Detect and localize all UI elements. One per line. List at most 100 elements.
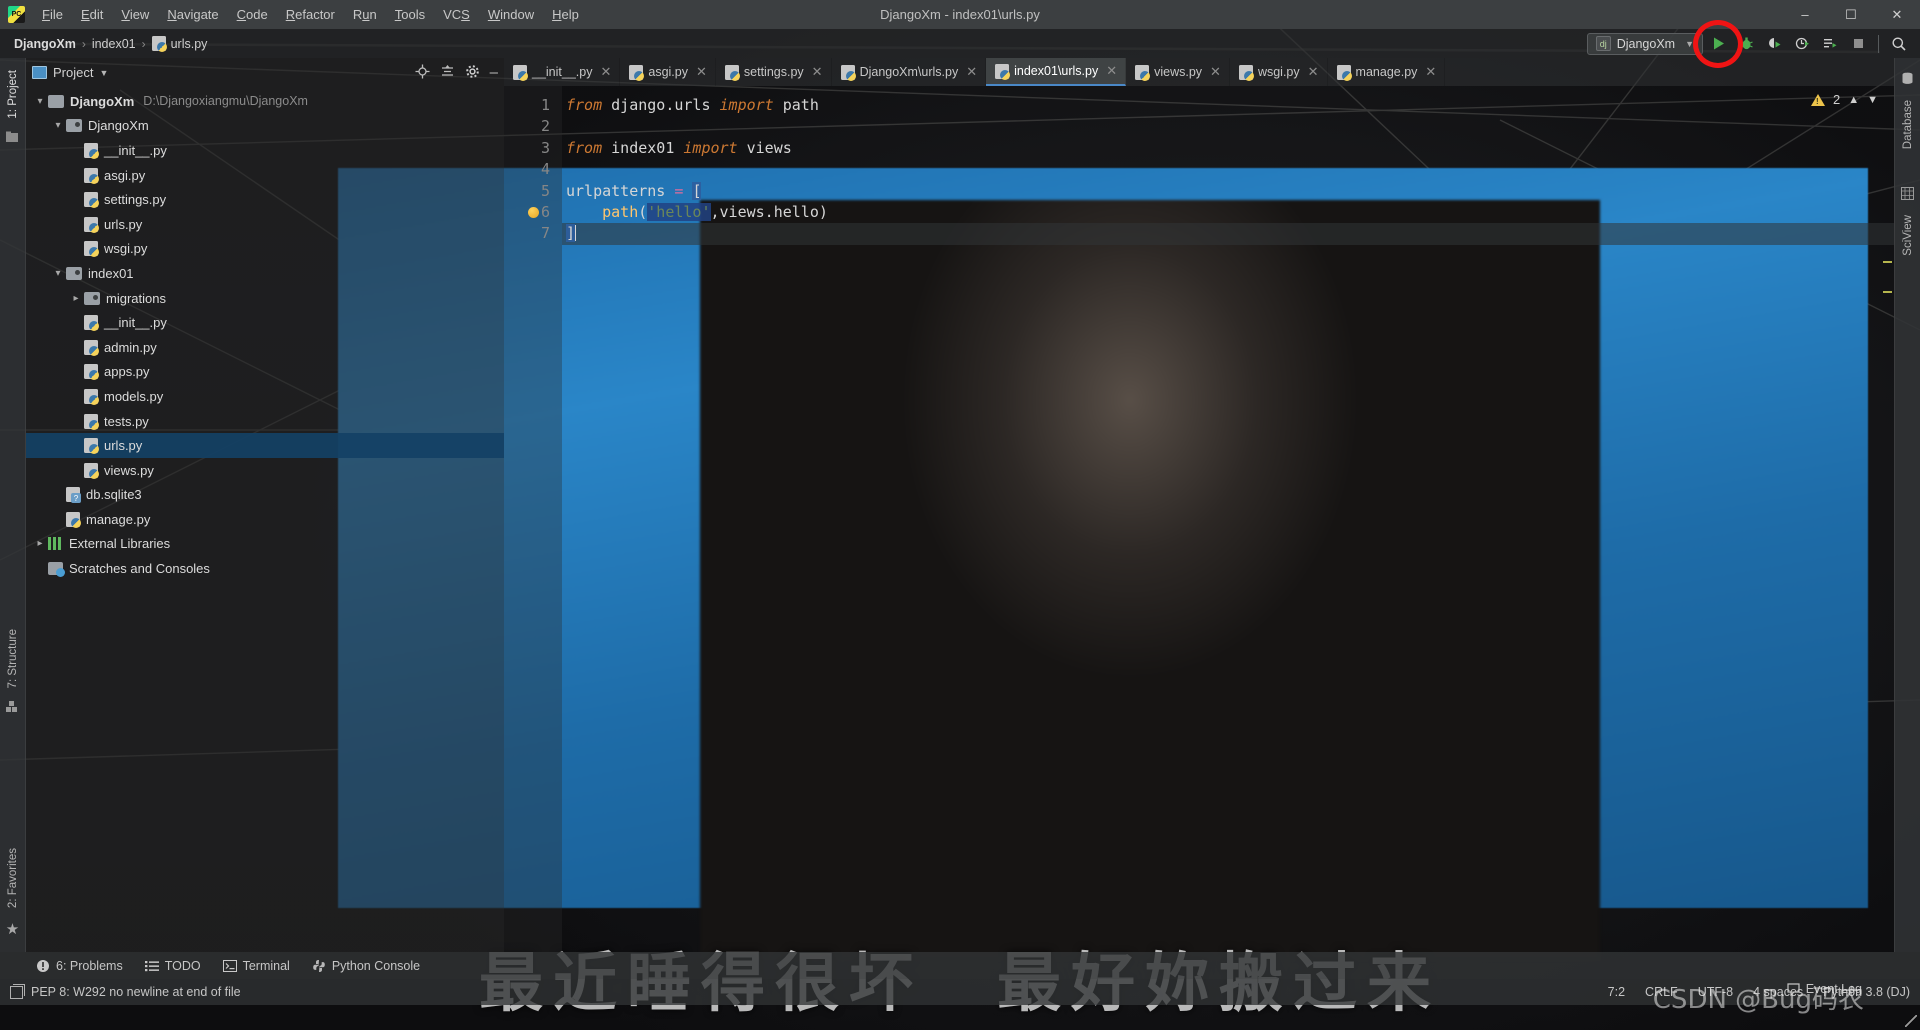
close-tab-icon[interactable]: ✕ [1210, 64, 1221, 80]
sidebar-tab-sciview[interactable]: SciView [1902, 209, 1914, 262]
chevron-down-icon[interactable]: ▾ [50, 120, 66, 131]
minimize-icon[interactable]: – [1782, 0, 1828, 29]
tree-item-djangoxm[interactable]: ▾ DjangoXm D:\Djangoxiangmu\DjangoXm [26, 89, 504, 114]
settings-gear-icon[interactable] [465, 64, 480, 82]
tree-item-manage-py[interactable]: manage.py [26, 507, 504, 532]
editor-tab-index01-urls-py[interactable]: index01\urls.py ✕ [986, 58, 1127, 86]
tree-item-views-py[interactable]: views.py [26, 458, 504, 483]
tree-item-apps-py[interactable]: apps.py [26, 360, 504, 385]
close-tab-icon[interactable]: ✕ [696, 64, 707, 80]
tree-item-index01[interactable]: ▾ index01 [26, 261, 504, 286]
inspection-widget[interactable]: 2 ▲ ▼ [1810, 92, 1878, 107]
tree-item-wsgi-py[interactable]: wsgi.py [26, 237, 504, 262]
close-tab-icon[interactable]: ✕ [600, 64, 611, 80]
close-tab-icon[interactable]: ✕ [1425, 64, 1436, 80]
tree-item-db-sqlite3[interactable]: db.sqlite3 [26, 483, 504, 508]
close-tab-icon[interactable]: ✕ [1308, 64, 1319, 80]
sidebar-tab-project[interactable]: 1: Project [7, 64, 19, 125]
code-line-6[interactable]: path('hello',views.hello) [528, 202, 1894, 223]
breadcrumb-project[interactable]: DjangoXm [10, 37, 80, 51]
tool-todo[interactable]: TODO [144, 959, 201, 973]
tree-item-djangoxm[interactable]: ▾ DjangoXm [26, 114, 504, 139]
search-everywhere-button[interactable] [1886, 32, 1912, 56]
code-editor[interactable]: from django.urls import path from index01… [528, 86, 1894, 952]
run-button[interactable] [1705, 32, 1731, 56]
code-line-4[interactable] [562, 159, 1894, 180]
editor-tab-views-py[interactable]: views.py ✕ [1126, 58, 1230, 86]
menu-edit[interactable]: Edit [72, 3, 112, 26]
chevron-right-icon[interactable]: ▸ [68, 293, 84, 304]
menu-run[interactable]: Run [344, 3, 386, 26]
run-tests-button[interactable] [1817, 32, 1843, 56]
run-configuration-selector[interactable]: dj DjangoXm ▼ [1586, 32, 1703, 55]
tree-item--init-py[interactable]: __init__.py [26, 310, 504, 335]
sidebar-tab-favorites[interactable]: 2: Favorites [7, 842, 19, 914]
marker-warning-2[interactable] [1883, 291, 1892, 293]
tree-item-admin-py[interactable]: admin.py [26, 335, 504, 360]
tree-item-migrations[interactable]: ▸ migrations [26, 286, 504, 311]
tree-item-scratches-and-consoles[interactable]: Scratches and Consoles [26, 556, 504, 581]
editor-tab-manage-py[interactable]: manage.py ✕ [1328, 58, 1446, 86]
menu-view[interactable]: View [112, 3, 158, 26]
tree-item-settings-py[interactable]: settings.py [26, 187, 504, 212]
editor-tab-wsgi-py[interactable]: wsgi.py ✕ [1230, 58, 1328, 86]
close-tab-icon[interactable]: ✕ [812, 64, 823, 80]
intention-bulb-icon[interactable] [528, 206, 539, 218]
project-tree[interactable]: ▾ DjangoXm D:\Djangoxiangmu\DjangoXm ▾ Djang… [26, 87, 504, 952]
code-line-2[interactable] [562, 116, 1894, 137]
menu-tools[interactable]: Tools [386, 3, 434, 26]
code-line-1[interactable]: from django.urls import path [562, 95, 1894, 116]
tree-item-external-libraries[interactable]: ▸ External Libraries [26, 532, 504, 557]
menu-code[interactable]: Code [228, 3, 277, 26]
close-icon[interactable]: ✕ [1874, 0, 1920, 29]
file-encoding[interactable]: UTF-8 [1698, 985, 1733, 999]
maximize-icon[interactable]: ☐ [1828, 0, 1874, 29]
editor-tab-asgi-py[interactable]: asgi.py ✕ [620, 58, 716, 86]
editor-tab-settings-py[interactable]: settings.py ✕ [716, 58, 832, 86]
code-line-3[interactable]: from index01 import views [562, 138, 1894, 159]
hide-panel-icon[interactable]: – [490, 65, 498, 80]
profile-button[interactable] [1789, 32, 1815, 56]
error-stripe-markers[interactable] [1882, 86, 1894, 952]
tree-item-urls-py[interactable]: urls.py [26, 212, 504, 237]
resize-grip[interactable] [1905, 1015, 1917, 1027]
marker-warning-1[interactable] [1883, 261, 1892, 263]
tree-item-urls-py[interactable]: urls.py [26, 433, 504, 458]
stop-button[interactable] [1845, 32, 1871, 56]
tool-python-console[interactable]: Python Console [312, 959, 420, 973]
tree-item--init-py[interactable]: __init__.py [26, 138, 504, 163]
chevron-down-icon[interactable]: ▼ [1867, 94, 1878, 106]
sidebar-tab-structure[interactable]: 7: Structure [7, 623, 19, 694]
menu-vcs[interactable]: VCS [434, 3, 479, 26]
tree-item-models-py[interactable]: models.py [26, 384, 504, 409]
tree-item-tests-py[interactable]: tests.py [26, 409, 504, 434]
code-line-5[interactable]: urlpatterns = [ [562, 181, 1894, 202]
editor-tab--init-py[interactable]: __init__.py ✕ [504, 58, 621, 86]
menu-file[interactable]: File [33, 3, 72, 26]
tree-item-asgi-py[interactable]: asgi.py [26, 163, 504, 188]
close-tab-icon[interactable]: ✕ [1106, 63, 1117, 79]
sidebar-tab-database[interactable]: Database [1902, 94, 1914, 155]
chevron-right-icon[interactable]: ▸ [32, 538, 48, 549]
menu-window[interactable]: Window [479, 3, 543, 26]
event-log-button[interactable]: Event Log [1787, 982, 1862, 996]
breadcrumb-file[interactable]: urls.py [148, 36, 212, 52]
locate-icon[interactable] [415, 64, 430, 82]
collapse-all-icon[interactable] [440, 64, 455, 82]
close-tab-icon[interactable]: ✕ [966, 64, 977, 80]
run-with-coverage-button[interactable] [1761, 32, 1787, 56]
line-separator[interactable]: CRLF [1645, 985, 1678, 999]
chevron-down-icon[interactable]: ▼ [99, 68, 108, 78]
chevron-up-icon[interactable]: ▲ [1848, 94, 1859, 106]
menu-navigate[interactable]: Navigate [158, 3, 227, 26]
breadcrumb-package[interactable]: index01 [88, 37, 140, 51]
code-line-7[interactable]: ] [562, 223, 1894, 245]
menu-help[interactable]: Help [543, 3, 588, 26]
tool-problems[interactable]: 6: Problems [36, 959, 123, 973]
caret-position[interactable]: 7:2 [1608, 985, 1625, 999]
chevron-down-icon[interactable]: ▾ [32, 96, 48, 107]
chevron-down-icon[interactable]: ▾ [50, 268, 66, 279]
editor-tab-djangoxm-urls-py[interactable]: DjangoXm\urls.py ✕ [832, 58, 987, 86]
menu-refactor[interactable]: Refactor [277, 3, 344, 26]
tool-terminal[interactable]: Terminal [222, 959, 290, 973]
